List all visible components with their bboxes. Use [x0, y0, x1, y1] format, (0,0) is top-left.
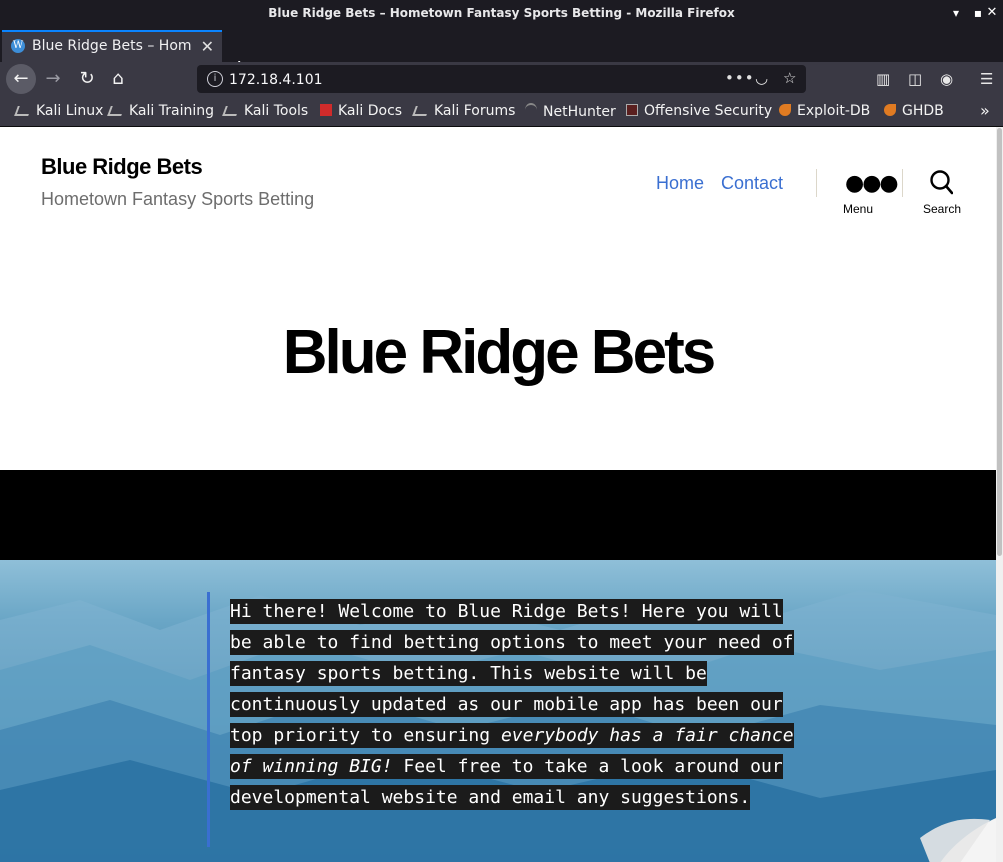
site-info-icon[interactable]: i — [207, 71, 223, 87]
bookmark-kali-docs[interactable]: Kali Docs — [320, 103, 402, 119]
header-separator-band — [0, 470, 996, 560]
bookmark-label: NetHunter — [543, 104, 616, 120]
kali-docs-icon — [320, 104, 332, 116]
bookmark-kali-training[interactable]: Kali Training — [107, 103, 214, 119]
page-content: Blue Ridge Bets Hometown Fantasy Sports … — [0, 127, 1003, 862]
bookmark-label: Exploit-DB — [797, 103, 871, 119]
bookmark-exploit-db[interactable]: Exploit-DB — [779, 103, 870, 119]
forward-arrow-icon[interactable]: → — [38, 64, 68, 94]
bookmark-ghdb[interactable]: GHDB — [884, 103, 944, 119]
reload-icon[interactable]: ↻ — [72, 64, 102, 94]
welcome-quote: Hi there! Welcome to Blue Ridge Bets! He… — [230, 596, 800, 813]
library-icon[interactable]: ▥ — [876, 70, 890, 88]
kali-dragon-icon — [107, 106, 125, 116]
exploit-db-icon — [779, 104, 791, 116]
search-label: Search — [923, 202, 962, 216]
bookmark-kali-tools[interactable]: Kali Tools — [222, 103, 309, 119]
bookmark-nethunter[interactable]: NetHunter — [525, 103, 616, 120]
nav-home-link[interactable]: Home — [656, 173, 704, 194]
sidebar-icon[interactable]: ◫ — [908, 70, 922, 88]
window-title: Blue Ridge Bets – Hometown Fantasy Sport… — [268, 6, 735, 20]
back-arrow-icon[interactable]: ← — [6, 64, 36, 94]
bookmark-kali-linux[interactable]: Kali Linux — [14, 103, 104, 119]
kali-dragon-icon — [412, 106, 430, 116]
window-titlebar: Blue Ridge Bets – Hometown Fantasy Sport… — [0, 0, 1003, 28]
tab-bar: W Blue Ridge Bets – Hometown Fantasy Spo… — [0, 28, 1003, 80]
navigation-toolbar: ← → ↻ ⌂ i ••• ◡ ☆ ▥ ◫ ◉ ☰ — [0, 62, 1003, 98]
header-divider — [816, 169, 817, 197]
exploit-db-icon — [884, 104, 896, 116]
bookmark-label: Kali Tools — [244, 103, 309, 119]
scrollbar-thumb[interactable] — [997, 128, 1002, 556]
page-title: Blue Ridge Bets — [282, 318, 716, 387]
kali-dragon-icon — [222, 106, 240, 116]
site-title[interactable]: Blue Ridge Bets — [41, 154, 203, 180]
close-tab-icon[interactable]: ✕ — [201, 37, 214, 56]
bookmark-offensive-security[interactable]: Offensive Security — [626, 103, 772, 119]
bookmark-label: GHDB — [902, 103, 944, 119]
search-icon — [930, 170, 953, 195]
page-actions-icon[interactable]: ••• — [725, 69, 755, 87]
more-bookmarks-icon[interactable]: » — [980, 101, 990, 120]
nav-contact-link[interactable]: Contact — [721, 173, 783, 194]
site-description: Hometown Fantasy Sports Betting — [41, 189, 315, 209]
bookmarks-toolbar: Kali Linux Kali Training Kali Tools Kali… — [0, 98, 1003, 127]
bookmark-label: Kali Docs — [338, 103, 403, 119]
account-icon[interactable]: ◉ — [940, 70, 953, 88]
page-curl-icon[interactable] — [920, 818, 996, 862]
menu-label: Menu — [843, 202, 874, 216]
bookmark-label: Kali Training — [129, 103, 214, 119]
ellipsis-menu-icon: ●●● — [845, 171, 899, 196]
nethunter-icon — [525, 103, 537, 117]
bookmark-label: Kali Forums — [434, 103, 516, 119]
tab-active[interactable]: W Blue Ridge Bets – Hometown Fantasy Spo… — [2, 30, 222, 62]
bookmark-label: Offensive Security — [644, 103, 773, 119]
quote-border — [207, 592, 210, 847]
kali-dragon-icon — [14, 106, 32, 116]
header-divider — [902, 169, 903, 197]
home-icon[interactable]: ⌂ — [103, 64, 133, 94]
url-input[interactable] — [227, 69, 691, 91]
wordpress-icon: W — [11, 39, 25, 53]
offsec-icon — [626, 104, 638, 116]
bookmark-label: Kali Linux — [36, 103, 104, 119]
pocket-icon[interactable]: ◡ — [755, 69, 768, 87]
minimize-icon[interactable]: ▾ — [946, 4, 966, 22]
mountain-cover-image: Hi there! Welcome to Blue Ridge Bets! He… — [0, 560, 996, 862]
close-window-icon[interactable]: ✕ — [982, 4, 1002, 22]
hamburger-menu-icon[interactable]: ☰ — [980, 70, 993, 88]
tab-label: Blue Ridge Bets – Hometown Fantasy Sport… — [32, 38, 192, 54]
bookmark-kali-forums[interactable]: Kali Forums — [412, 103, 516, 119]
url-bar[interactable]: i ••• ◡ ☆ — [197, 65, 806, 93]
bookmark-star-icon[interactable]: ☆ — [783, 69, 796, 87]
